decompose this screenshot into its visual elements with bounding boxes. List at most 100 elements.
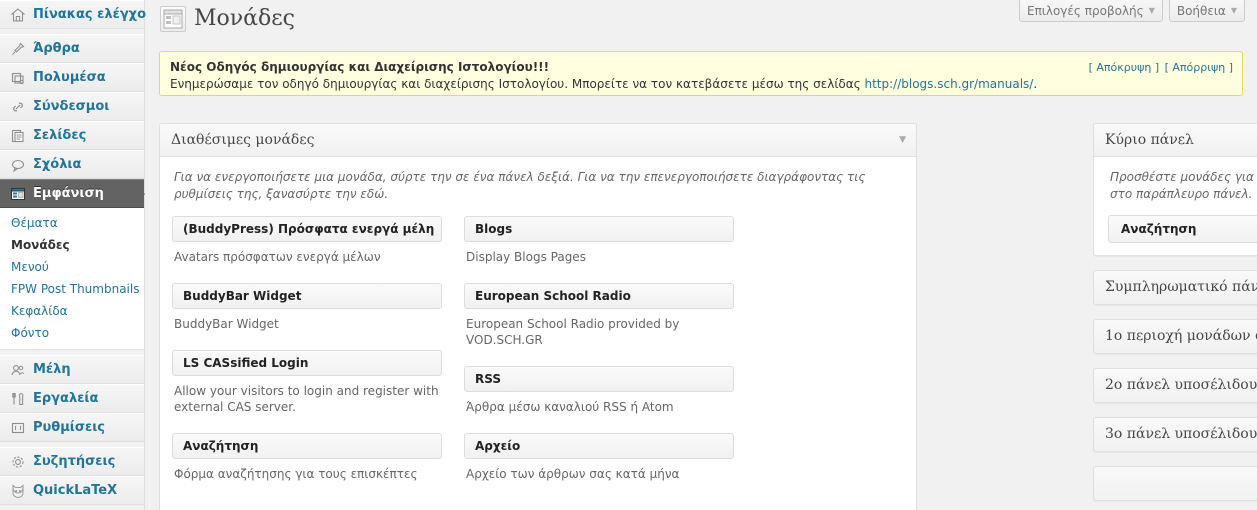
admin-sidebar-menu: Πίνακας ελέγχου Άρθρα Πολυμέσα Σύνδεσμοι	[0, 0, 155, 510]
media-icon	[9, 69, 27, 87]
pages-icon	[9, 127, 27, 145]
widgets-admin-page: Πίνακας ελέγχου Άρθρα Πολυμέσα Σύνδεσμοι	[0, 0, 1257, 510]
sidebar-item-users[interactable]: Μέλη	[0, 355, 144, 384]
sidebar-item-fpw-post-thumbnails[interactable]: FPW Post Thumbnails	[0, 278, 144, 300]
sidebar-item-background[interactable]: Φόντο	[0, 322, 144, 344]
update-notice: [ Απόκρυψη ] [ Απόρριψη ] Νέος Οδηγός δη…	[159, 51, 1243, 96]
available-widgets-header[interactable]: Διαθέσιμες μονάδες ▼	[160, 124, 916, 157]
main-content: Επιλογές προβολής ▼ Βοήθεια ▼ Μονάδες [ …	[146, 0, 1257, 510]
widget-title[interactable]: Αναζήτηση	[172, 433, 442, 459]
chevron-down-icon: ▼	[1148, 6, 1155, 15]
sidebar-item-themes[interactable]: Θέματα	[0, 212, 144, 234]
widget-title[interactable]: (BuddyPress) Πρόσφατα ενεργά μέλη	[172, 216, 442, 242]
sidebar-item-label: Πίνακας ελέγχου	[33, 7, 155, 22]
sidebar-secondary-heading: Συμπληρωματικό πάνελ	[1105, 279, 1257, 295]
widget-entry: Αρχείο Αρχείο των άρθρων σας κατά μήνα	[464, 433, 734, 482]
assigned-widget-title: Αναζήτηση	[1121, 222, 1197, 236]
sidebar-footer-3-heading: 3ο πάνελ υποσέλιδου	[1105, 426, 1257, 442]
sidebar-item-header[interactable]: Κεφαλίδα	[0, 300, 144, 322]
sidebar-item-media[interactable]: Πολυμέσα	[0, 63, 144, 92]
help-button[interactable]: Βοήθεια ▼	[1168, 0, 1245, 22]
notice-body-text: Ενημερώσαμε τον οδηγό δημιουργίας και δι…	[170, 77, 865, 91]
widget-entry: RSS Άρθρα μέσω καναλιού RSS ή Atom	[464, 366, 734, 415]
sidebar-box-footer-4	[1093, 466, 1257, 501]
sidebar-item-tools[interactable]: Εργαλεία	[0, 384, 144, 413]
screen-meta-links: Επιλογές προβολής ▼ Βοήθεια ▼	[1019, 0, 1245, 22]
sidebar-item-label: Πολυμέσα	[33, 70, 106, 85]
comment-icon	[9, 156, 27, 174]
sidebar-item-settings[interactable]: Ρυθμίσεις	[0, 413, 144, 442]
tools-icon	[9, 390, 27, 408]
available-widgets-column: Διαθέσιμες μονάδες ▼ Για να ενεργοποιήσε…	[159, 123, 917, 510]
notice-hide-link[interactable]: [ Απόκρυψη ]	[1089, 61, 1160, 74]
sidebar-main-description: Προσθέστε μονάδες για να εμφανιστούν στο…	[1110, 170, 1257, 201]
widget-entry: European School Radio European School Ra…	[464, 283, 734, 348]
notice-dismiss-link[interactable]: [ Απόρριψη ]	[1165, 61, 1233, 74]
widget-title[interactable]: LS CASsified Login	[172, 350, 442, 376]
sidebar-item-pages[interactable]: Σελίδες	[0, 121, 144, 150]
sidebar-footer-2-header[interactable]: 2ο πάνελ υποσέλιδου ▼	[1094, 369, 1257, 402]
available-widgets-description: Για να ενεργοποιήσετε μια μονάδα, σύρτε …	[174, 170, 866, 201]
dashboard-icon	[9, 6, 27, 24]
sidebar-item-menus[interactable]: Μενού	[0, 256, 144, 278]
page-title: Μονάδες	[194, 6, 295, 31]
notice-body: Ενημερώσαμε τον οδηγό δημιουργίας και δι…	[170, 76, 1232, 93]
widget-title[interactable]: Blogs	[464, 216, 734, 242]
widget-description: BuddyBar Widget	[174, 317, 279, 331]
widget-column-2: Blogs Display Blogs Pages European Schoo…	[464, 216, 734, 500]
widget-entry: Αναζήτηση Φόρμα αναζήτησης για τους επισ…	[172, 433, 442, 482]
widget-title[interactable]: Αρχείο	[464, 433, 734, 459]
widget-entry: (BuddyPress) Πρόσφατα ενεργά μέλη Avatar…	[172, 216, 442, 265]
page-header: Μονάδες	[160, 6, 295, 32]
users-icon	[9, 361, 27, 379]
appearance-submenu: Θέματα Μονάδες Μενού FPW Post Thumbnails…	[0, 208, 144, 350]
sidebar-main-heading: Κύριο πάνελ	[1105, 132, 1194, 148]
assigned-widget-search[interactable]: Αναζήτηση ▼	[1108, 215, 1257, 243]
sidebar-item-label: Σελίδες	[33, 128, 87, 143]
widget-entry: BuddyBar Widget BuddyBar Widget	[172, 283, 442, 332]
widget-description: Άρθρα μέσω καναλιού RSS ή Atom	[466, 400, 674, 414]
sidebar-item-label: Μέλη	[33, 362, 71, 377]
chevron-down-icon: ▼	[1230, 6, 1237, 15]
sidebar-item-quicklatex[interactable]: QuickLaTeX	[0, 476, 144, 505]
sidebar-footer-4-header[interactable]	[1094, 467, 1257, 500]
sidebar-box-main: Κύριο πάνελ ▼ Προσθέστε μονάδες για να ε…	[1093, 123, 1257, 256]
widget-description: Φόρμα αναζήτησης για τους επισκέπτες	[174, 467, 418, 481]
sidebar-footer-1-heading: 1ο περιοχή μονάδων στο υποσέλιδο	[1105, 328, 1257, 344]
sidebar-item-links[interactable]: Σύνδεσμοι	[0, 92, 144, 121]
sidebar-box-secondary: Συμπληρωματικό πάνελ ▼	[1093, 270, 1257, 305]
sidebar-main-header[interactable]: Κύριο πάνελ ▼	[1094, 124, 1257, 157]
sidebar-item-label: Εμφάνιση	[33, 186, 104, 201]
widget-entry: Blogs Display Blogs Pages	[464, 216, 734, 265]
sidebar-footer-1-header[interactable]: 1ο περιοχή μονάδων στο υποσέλιδο ▼	[1094, 320, 1257, 353]
sidebar-box-footer-3: 3ο πάνελ υποσέλιδου ▼	[1093, 417, 1257, 452]
widget-column-1: (BuddyPress) Πρόσφατα ενεργά μέλη Avatar…	[172, 216, 442, 500]
available-widgets-heading: Διαθέσιμες μονάδες	[171, 132, 315, 148]
widget-description: Avatars πρόσφατων ενεργά μέλων	[174, 250, 381, 264]
sidebar-item-appearance[interactable]: Εμφάνιση	[0, 179, 145, 208]
sidebar-box-footer-1: 1ο περιοχή μονάδων στο υποσέλιδο ▼	[1093, 319, 1257, 354]
widget-entry: LS CASsified Login Allow your visitors t…	[172, 350, 442, 415]
sidebar-secondary-header[interactable]: Συμπληρωματικό πάνελ ▼	[1094, 271, 1257, 304]
widget-title[interactable]: European School Radio	[464, 283, 734, 309]
widget-title[interactable]: RSS	[464, 366, 734, 392]
sidebar-item-label: Σύνδεσμοι	[33, 99, 110, 114]
widget-title[interactable]: BuddyBar Widget	[172, 283, 442, 309]
sidebar-footer-3-header[interactable]: 3ο πάνελ υποσέλιδου ▼	[1094, 418, 1257, 451]
sidebar-item-widgets[interactable]: Μονάδες	[0, 234, 144, 256]
sidebar-item-label: Άρθρα	[33, 41, 80, 56]
widget-description: Αρχείο των άρθρων σας κατά μήνα	[466, 467, 680, 481]
chevron-down-icon[interactable]: ▼	[899, 124, 906, 156]
help-label: Βοήθεια	[1176, 3, 1226, 18]
notice-body-suffix: .	[1033, 77, 1038, 91]
sidebar-item-discussions[interactable]: Συζητήσεις	[0, 447, 144, 476]
sidebar-item-label: QuickLaTeX	[33, 483, 118, 498]
widget-description: Display Blogs Pages	[466, 250, 586, 264]
sidebar-item-posts[interactable]: Άρθρα	[0, 34, 144, 63]
sidebar-item-dashboard[interactable]: Πίνακας ελέγχου	[0, 0, 155, 29]
notice-manuals-link[interactable]: http://blogs.sch.gr/manuals/	[865, 77, 1034, 91]
sidebar-item-comments[interactable]: Σχόλια	[0, 150, 144, 179]
widget-grid: (BuddyPress) Πρόσφατα ενεργά μέλη Avatar…	[172, 216, 904, 500]
screen-options-button[interactable]: Επιλογές προβολής ▼	[1019, 0, 1163, 22]
sidebars-column: Κύριο πάνελ ▼ Προσθέστε μονάδες για να ε…	[1093, 123, 1257, 510]
